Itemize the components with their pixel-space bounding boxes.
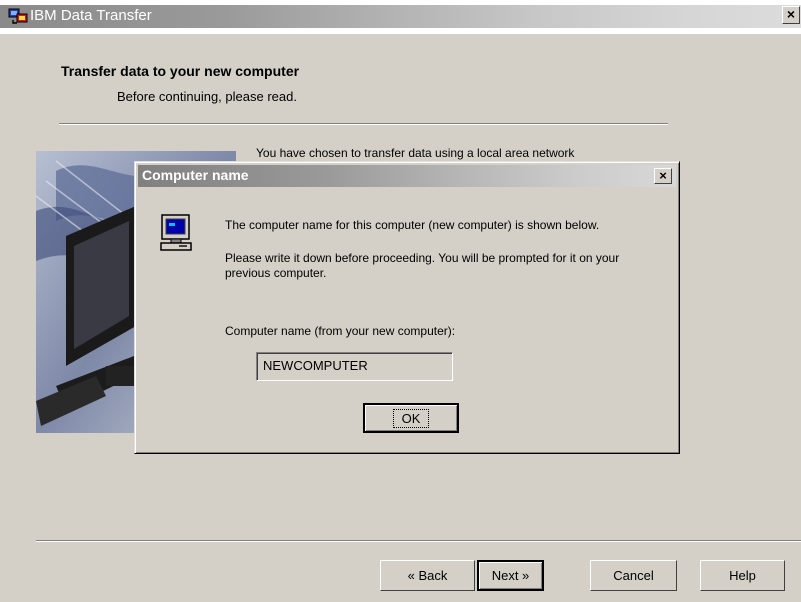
dialog-close-button[interactable]: × — [654, 168, 672, 184]
dialog-titlebar[interactable]: Computer name × — [138, 165, 676, 187]
footer-divider — [36, 540, 801, 542]
close-icon: × — [659, 168, 667, 183]
dialog-message-line2: Please write it down before proceeding. … — [225, 251, 620, 280]
ok-button-label: OK — [392, 408, 430, 428]
window-titlebar[interactable]: IBM Data Transfer × — [0, 0, 801, 34]
dialog-message-line1: The computer name for this computer (new… — [225, 218, 600, 232]
help-button[interactable]: Help — [700, 560, 785, 591]
header-divider — [59, 123, 668, 125]
dialog-title: Computer name — [142, 167, 249, 183]
main-window: IBM Data Transfer × Transfer data to you… — [0, 0, 801, 602]
computer-name-dialog: Computer name × The computer name for th… — [134, 161, 680, 454]
window-close-button[interactable]: × — [782, 6, 800, 24]
computer-name-field: NEWCOMPUTER — [256, 352, 453, 381]
page-subtitle: Before continuing, please read. — [117, 89, 297, 104]
ok-button[interactable]: OK — [363, 403, 459, 433]
computer-icon — [160, 214, 192, 251]
next-button[interactable]: Next » — [477, 560, 544, 591]
ibm-data-transfer-icon — [8, 8, 28, 24]
window-title: IBM Data Transfer — [30, 7, 152, 24]
cancel-button[interactable]: Cancel — [590, 560, 677, 591]
page-title: Transfer data to your new computer — [61, 63, 300, 79]
close-icon: × — [786, 6, 796, 22]
back-button[interactable]: « Back — [380, 560, 475, 591]
computer-name-label: Computer name (from your new computer): — [225, 324, 456, 338]
background-instruction-text: You have chosen to transfer data using a… — [256, 146, 575, 160]
